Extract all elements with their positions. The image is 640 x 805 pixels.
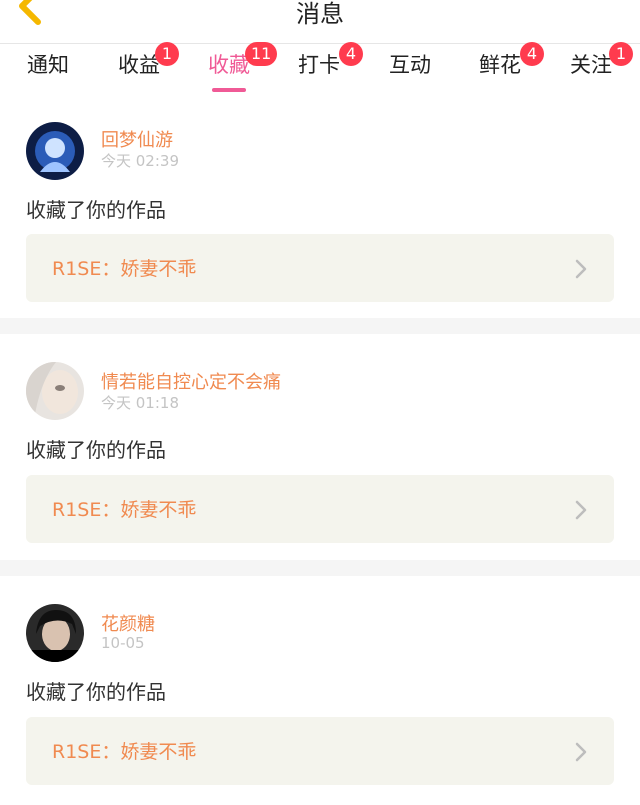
avatar[interactable] bbox=[26, 122, 84, 180]
page-title: 消息 bbox=[296, 0, 344, 28]
message-item: 情若能自控心定不会痛 今天 01:18 收藏了你的作品 R1SE：娇妻不乖 bbox=[0, 334, 640, 560]
work-title: R1SE：娇妻不乖 bbox=[52, 499, 197, 521]
action-text: 收藏了你的作品 bbox=[26, 438, 166, 462]
tab-earnings[interactable]: 收益 1 bbox=[99, 42, 179, 90]
work-card[interactable]: R1SE：娇妻不乖 bbox=[26, 234, 614, 302]
tab-notice[interactable]: 通知 bbox=[8, 50, 88, 90]
username[interactable]: 花颜糖 bbox=[101, 610, 155, 636]
timestamp: 今天 02:39 bbox=[101, 152, 179, 170]
active-tab-indicator bbox=[212, 88, 246, 92]
work-card[interactable]: R1SE：娇妻不乖 bbox=[26, 717, 614, 785]
tab-following[interactable]: 关注 1 bbox=[551, 42, 633, 90]
work-title: R1SE：娇妻不乖 bbox=[52, 741, 197, 763]
unread-badge: 4 bbox=[520, 42, 544, 66]
avatar[interactable] bbox=[26, 362, 84, 420]
unread-badge: 4 bbox=[339, 42, 363, 66]
work-card[interactable]: R1SE：娇妻不乖 bbox=[26, 475, 614, 543]
timestamp: 10-05 bbox=[101, 634, 145, 652]
tab-label: 通知 bbox=[27, 53, 69, 77]
tab-label: 收藏 bbox=[208, 53, 250, 77]
tab-label: 互动 bbox=[389, 53, 431, 77]
unread-badge: 1 bbox=[609, 42, 633, 66]
chevron-right-icon bbox=[575, 259, 587, 279]
tab-label: 关注 bbox=[570, 53, 612, 77]
tab-bar: 通知 收益 1 收藏 11 打卡 4 互动 鲜花 4 关注 1 bbox=[0, 42, 640, 94]
message-item: 回梦仙游 今天 02:39 收藏了你的作品 R1SE：娇妻不乖 bbox=[0, 100, 640, 318]
tab-label: 收益 bbox=[118, 53, 160, 77]
tab-checkin[interactable]: 打卡 4 bbox=[279, 42, 363, 90]
unread-badge: 11 bbox=[245, 42, 278, 66]
avatar[interactable] bbox=[26, 604, 84, 662]
divider bbox=[0, 318, 640, 334]
unread-badge: 1 bbox=[155, 42, 179, 66]
tab-flowers[interactable]: 鲜花 4 bbox=[460, 42, 544, 90]
work-title: R1SE：娇妻不乖 bbox=[52, 258, 197, 280]
message-item: 花颜糖 10-05 收藏了你的作品 R1SE：娇妻不乖 bbox=[0, 576, 640, 805]
chevron-right-icon bbox=[575, 742, 587, 762]
username[interactable]: 情若能自控心定不会痛 bbox=[101, 368, 281, 394]
tab-label: 打卡 bbox=[298, 53, 340, 77]
action-text: 收藏了你的作品 bbox=[26, 198, 166, 222]
username[interactable]: 回梦仙游 bbox=[101, 126, 173, 152]
action-text: 收藏了你的作品 bbox=[26, 680, 166, 704]
tab-interaction[interactable]: 互动 bbox=[370, 50, 450, 90]
timestamp: 今天 01:18 bbox=[101, 394, 179, 412]
top-nav-bar: 消息 bbox=[0, 0, 640, 44]
tab-label: 鲜花 bbox=[479, 53, 521, 77]
divider bbox=[0, 560, 640, 576]
chevron-right-icon bbox=[575, 500, 587, 520]
tab-favorites[interactable]: 收藏 11 bbox=[189, 42, 278, 92]
